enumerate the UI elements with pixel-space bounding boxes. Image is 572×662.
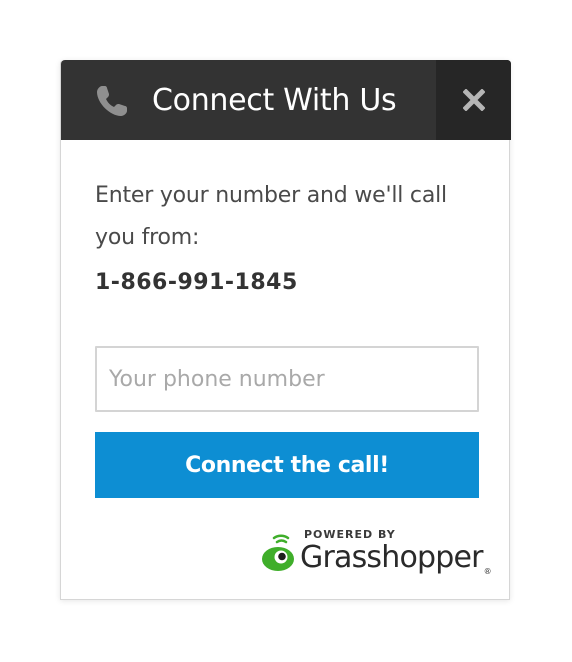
grasshopper-logo-icon (260, 532, 298, 572)
connect-widget: Connect With Us Enter your number and we… (60, 60, 511, 600)
intro-text: Enter your number and we'll call you fro… (95, 183, 447, 250)
brand-name: Grasshopper (300, 540, 483, 575)
grasshopper-wordmark: Grasshopper® (300, 540, 492, 576)
widget-title: Connect With Us (152, 83, 397, 118)
phone-icon (94, 81, 132, 119)
widget-header: Connect With Us (61, 60, 511, 140)
trademark-symbol: ® (483, 567, 492, 576)
powered-by-grasshopper[interactable]: POWERED BY Grasshopper® (260, 526, 500, 580)
connect-call-button[interactable]: Connect the call! (95, 432, 479, 498)
callback-phone-number: 1-866-991-1845 (95, 270, 298, 295)
phone-number-input[interactable] (95, 346, 479, 412)
close-icon (462, 89, 485, 111)
close-button[interactable] (436, 60, 511, 140)
